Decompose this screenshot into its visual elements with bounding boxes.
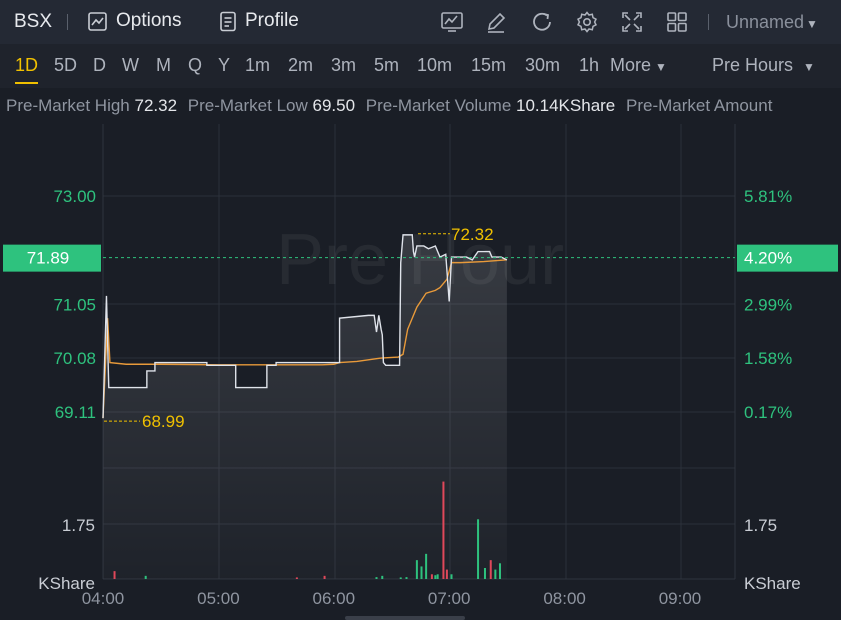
profile-button[interactable]: Profile xyxy=(219,10,299,32)
volume-bar xyxy=(450,574,453,579)
volume-bar xyxy=(323,575,326,579)
symbol-label[interactable]: BSX xyxy=(14,11,52,33)
fullscreen-icon[interactable] xyxy=(620,10,644,34)
period-1m[interactable]: 1m xyxy=(245,55,270,76)
low-value: 69.50 xyxy=(312,96,356,115)
time-tick-label: 06:00 xyxy=(313,589,356,608)
time-tick-label: 04:00 xyxy=(82,589,125,608)
low-annotation: 68.99 xyxy=(142,412,185,431)
volume-bar xyxy=(494,569,497,579)
volume-bar xyxy=(415,560,418,579)
time-tick-label: 08:00 xyxy=(543,589,586,608)
pre-market-stats: Pre-Market High 72.32 Pre-Market Low 69.… xyxy=(0,88,841,124)
period-d[interactable]: D xyxy=(93,55,106,76)
draw-pen-icon[interactable] xyxy=(484,10,508,34)
volume-bar xyxy=(113,571,116,579)
price-tick-label: 71.05 xyxy=(53,295,96,314)
volume-bar xyxy=(442,481,445,579)
last-pct-value: 4.20% xyxy=(744,249,792,268)
divider xyxy=(708,14,709,30)
volume-unit-right: KShare xyxy=(744,574,801,593)
caret-down-icon: ▼ xyxy=(655,60,667,74)
session-selector[interactable]: Pre Hours ▼ xyxy=(712,55,815,76)
layout-selector[interactable]: Unnamed ▼ xyxy=(726,12,818,33)
layout-grid-icon[interactable] xyxy=(665,10,689,34)
volume-value: 10.14KShare xyxy=(516,96,616,115)
volume-bar xyxy=(434,575,437,579)
price-tick-label: 73.00 xyxy=(53,187,96,206)
period-5m[interactable]: 5m xyxy=(374,55,399,76)
volume-bar xyxy=(425,553,428,579)
period-1d[interactable]: 1D xyxy=(15,55,39,84)
period-w[interactable]: W xyxy=(122,55,139,76)
time-tick-label: 07:00 xyxy=(428,589,471,608)
caret-down-icon: ▼ xyxy=(803,60,815,74)
volume-bar xyxy=(498,563,501,579)
options-label: Options xyxy=(116,10,182,31)
period-bar: 1D 5D D W M Q Y 1m 2m 3m 5m 10m 15m 30m … xyxy=(0,44,841,88)
time-tick-label: 05:00 xyxy=(197,589,240,608)
more-periods-button[interactable]: More ▼ xyxy=(610,55,667,76)
options-icon xyxy=(88,11,107,31)
scrollbar-thumb xyxy=(345,616,465,620)
volume-bar xyxy=(489,560,492,579)
volume-bar xyxy=(477,519,480,579)
time-tick-label: 09:00 xyxy=(659,589,702,608)
period-10m[interactable]: 10m xyxy=(417,55,452,76)
high-annotation: 72.32 xyxy=(451,225,494,244)
period-m[interactable]: M xyxy=(156,55,171,76)
period-15m[interactable]: 15m xyxy=(471,55,506,76)
volume-tick-left: 1.75 xyxy=(62,516,95,535)
caret-down-icon: ▼ xyxy=(806,17,818,31)
price-tick-label: 69.11 xyxy=(55,403,96,422)
volume-bar xyxy=(405,577,408,579)
session-label: Pre Hours xyxy=(712,55,794,75)
volume-bar xyxy=(381,575,384,579)
settings-gear-icon[interactable] xyxy=(575,10,599,34)
pct-tick-label: 1.58% xyxy=(744,349,792,368)
divider xyxy=(67,14,68,30)
volume-bar xyxy=(399,577,402,579)
volume-bar xyxy=(483,568,486,579)
volume-tick-right: 1.75 xyxy=(744,516,777,535)
last-price-value: 71.89 xyxy=(27,249,70,268)
layout-name: Unnamed xyxy=(726,12,805,32)
volume-bar xyxy=(144,575,147,579)
period-3m[interactable]: 3m xyxy=(331,55,356,76)
refresh-icon[interactable] xyxy=(530,10,554,34)
volume-bar xyxy=(445,569,448,579)
period-2m[interactable]: 2m xyxy=(288,55,313,76)
volume-bar xyxy=(436,574,439,579)
high-label: Pre-Market High xyxy=(6,96,130,115)
chart-type-icon[interactable] xyxy=(440,10,464,34)
profile-label: Profile xyxy=(245,10,299,31)
low-label: Pre-Market Low xyxy=(187,96,308,115)
price-tick-label: 70.08 xyxy=(53,349,96,368)
period-1h[interactable]: 1h xyxy=(579,55,599,76)
amount-label: Pre-Market Amount xyxy=(626,96,773,115)
period-y[interactable]: Y xyxy=(218,55,230,76)
period-q[interactable]: Q xyxy=(188,55,202,76)
volume-bar xyxy=(420,566,423,579)
volume-bar xyxy=(375,577,378,579)
more-label: More xyxy=(610,55,652,75)
pct-tick-label: 2.99% xyxy=(744,295,792,314)
pct-tick-label: 5.81% xyxy=(744,187,792,206)
volume-bar xyxy=(295,577,298,579)
price-chart[interactable]: Pre Hour 71.894.20%72.3268.99 73.0071.05… xyxy=(0,124,841,620)
volume-bar xyxy=(430,574,433,579)
period-5d[interactable]: 5D xyxy=(54,55,77,76)
top-toolbar: BSX Options Profile Unnamed ▼ xyxy=(0,0,841,44)
document-icon xyxy=(220,11,236,31)
high-value: 72.32 xyxy=(134,96,178,115)
volume-label: Pre-Market Volume xyxy=(365,96,512,115)
period-30m[interactable]: 30m xyxy=(525,55,560,76)
pct-tick-label: 0.17% xyxy=(744,403,792,422)
options-button[interactable]: Options xyxy=(87,10,181,32)
price-chart-svg[interactable]: Pre Hour 71.894.20%72.3268.99 73.0071.05… xyxy=(0,124,841,620)
